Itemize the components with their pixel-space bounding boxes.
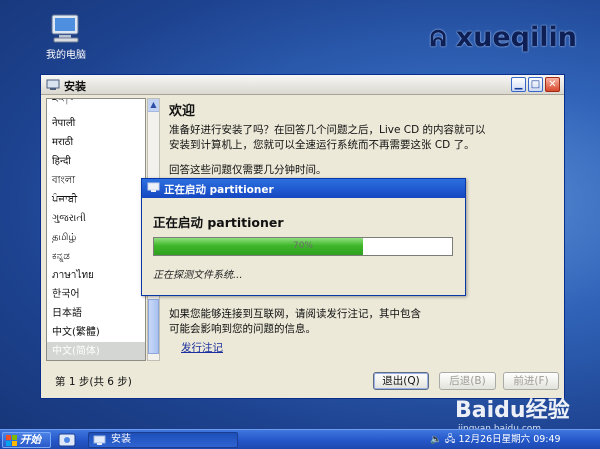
minimize-icon: ▁ — [514, 79, 523, 90]
network-icon[interactable]: 🖧 — [445, 434, 456, 445]
chevron-up-icon: ▲ — [150, 100, 157, 109]
language-item[interactable]: हिन्दी — [47, 152, 145, 171]
intro-text-line-1: 准备好进行安装了吗？在回答几个问题之后，Live CD 的内容就可以 — [169, 124, 486, 136]
back-button[interactable]: 后退(B) — [439, 372, 496, 390]
dialog-title: 正在启动 partitioner — [164, 184, 274, 196]
language-item[interactable]: বাংলা — [47, 171, 145, 190]
scrollbar-thumb[interactable] — [148, 299, 159, 354]
language-item[interactable]: ಕನ್ನಡ — [47, 247, 145, 266]
system-tray: 🔈 🖧 12月26日星期六 09:49 — [430, 432, 598, 448]
language-item[interactable]: मराठी — [47, 133, 145, 152]
installer-app-icon — [46, 79, 60, 90]
release-notes-link[interactable]: 发行注记 — [181, 340, 223, 355]
scroll-up-button[interactable]: ▲ — [148, 99, 159, 112]
language-item[interactable]: ภาษาไทย — [47, 266, 145, 285]
language-item-selected[interactable]: 中文(简体) — [47, 342, 145, 360]
maximize-button[interactable]: □ — [528, 77, 543, 92]
progress-bar: 70% — [153, 237, 453, 256]
language-item[interactable]: 中文(繁體) — [47, 323, 145, 342]
language-item[interactable]: 日本語 — [47, 304, 145, 323]
installer-app-icon — [93, 435, 106, 445]
language-item[interactable]: ગુજરાતી — [47, 209, 145, 228]
installer-app-icon — [147, 182, 160, 192]
baidu-watermark: Baidu经验 jingyan.baidu.com — [455, 392, 570, 434]
intro-text-line-3: 回答这些问题仅需要几分钟时间。 — [169, 164, 327, 176]
taskbar-item-label: 安装 — [111, 434, 131, 445]
step-indicator: 第 1 步(共 6 步) — [55, 376, 132, 388]
start-button[interactable]: 开始 — [2, 432, 51, 448]
language-item[interactable]: 한국어 — [47, 285, 145, 304]
language-item[interactable]: ཇོང་ཁ — [47, 99, 145, 109]
internet-text-line-2: 可能会影响到您的问题的信息。 — [169, 323, 316, 335]
watermark-main-text: Baidu经验 — [455, 398, 570, 423]
computer-icon — [51, 14, 79, 43]
minimize-button[interactable]: ▁ — [511, 77, 526, 92]
brand-logo: ᕱ xueqilin — [430, 22, 577, 53]
language-item[interactable]: ਪੰਜਾਬੀ — [47, 190, 145, 209]
close-button[interactable]: ✕ — [545, 77, 560, 92]
partitioner-progress-dialog: 正在启动 partitioner 正在启动 partitioner 70% 正在… — [141, 178, 466, 296]
dialog-heading: 正在启动 partitioner — [153, 215, 284, 230]
maximize-icon: □ — [530, 79, 541, 90]
language-item[interactable]: नेपाली — [47, 114, 145, 133]
intro-text-line-2: 安装到计算机上，您就可以全速运行系统而不再需要这张 CD 了。 — [169, 139, 475, 151]
show-desktop-icon[interactable] — [58, 432, 76, 448]
dialog-titlebar[interactable]: 正在启动 partitioner — [142, 179, 465, 198]
internet-text-line-1: 如果您能够连接到互联网，请阅读发行注记，其中包含 — [169, 308, 421, 320]
taskbar-item-installer[interactable]: 安装 — [88, 432, 238, 448]
quit-button[interactable]: 退出(Q) — [373, 372, 429, 390]
start-label: 开始 — [20, 434, 41, 446]
brand-text: xueqilin — [455, 22, 577, 53]
progress-bar-label: 70% — [292, 241, 313, 251]
window-titlebar[interactable]: 安装 ▁ □ ✕ — [41, 75, 564, 95]
forward-button[interactable]: 前进(F) — [503, 372, 559, 390]
speaker-icon[interactable]: 🔈 — [430, 434, 442, 445]
clock[interactable]: 12月26日星期六 09:49 — [459, 434, 561, 445]
start-logo-icon — [6, 435, 17, 446]
dialog-status-text: 正在探测文件系统... — [153, 270, 243, 281]
window-title: 安装 — [64, 80, 86, 93]
taskbar: 开始 安装 🔈 🖧 12月26日星期六 09:49 — [0, 429, 600, 449]
welcome-heading: 欢迎 — [169, 104, 196, 119]
language-item[interactable]: தமிழ் — [47, 228, 145, 247]
desktop-icon-label: 我的电脑 — [46, 50, 86, 61]
language-list[interactable]: ཇོང་ཁ नेपाली मराठी हिन्दी বাংলা ਪੰਜਾਬੀ ગ… — [46, 98, 146, 361]
my-computer-desktop-icon[interactable]: 我的电脑 — [38, 14, 94, 61]
close-icon: ✕ — [548, 79, 557, 90]
